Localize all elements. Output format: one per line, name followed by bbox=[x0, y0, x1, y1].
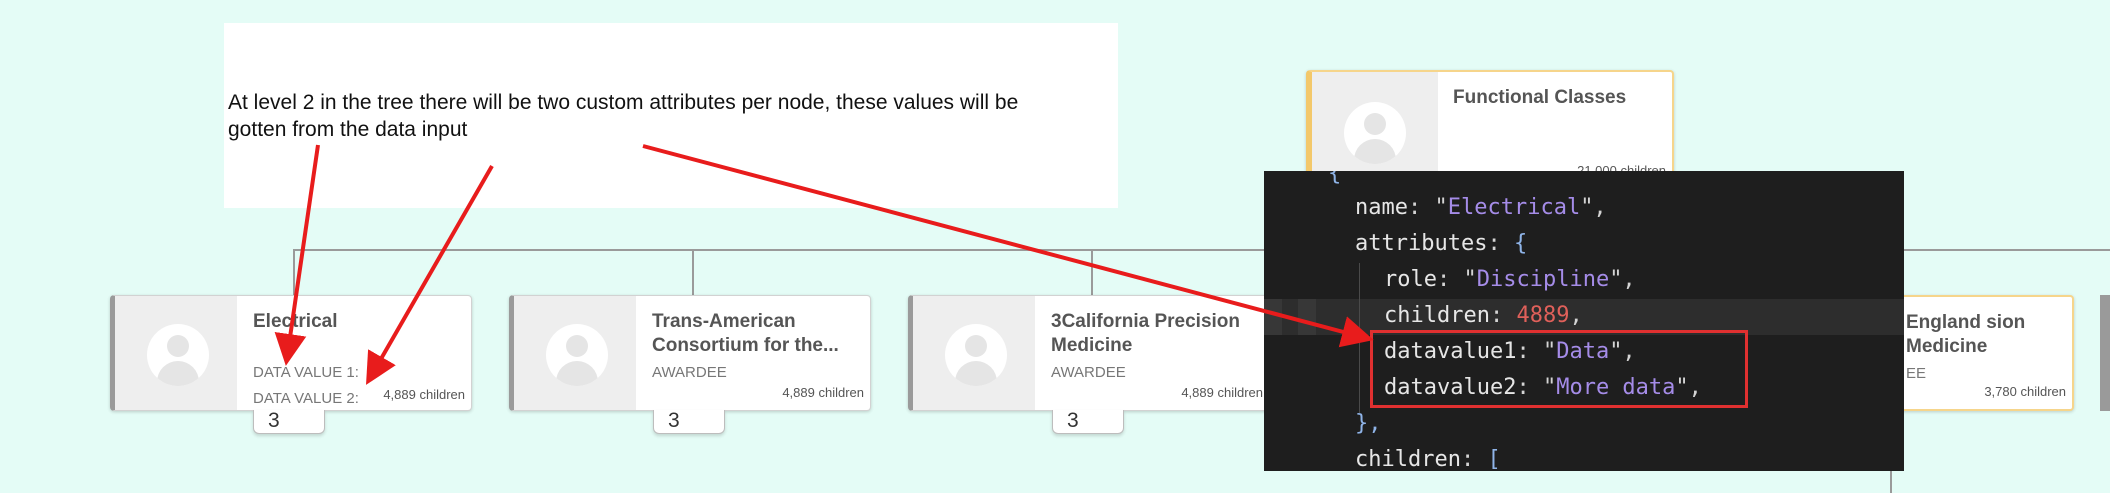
expand-tab[interactable]: 3 bbox=[1052, 410, 1124, 434]
code-line: children: 4889, bbox=[1384, 303, 1583, 328]
children-count: 3,780 children bbox=[1984, 384, 2066, 399]
node-subtitle: EE bbox=[1906, 365, 1927, 382]
datavalue-highlight-box bbox=[1370, 330, 1748, 408]
indent-guide bbox=[1359, 263, 1360, 413]
code-line: role: "Discipline", bbox=[1384, 267, 1636, 292]
children-count: 4,889 children bbox=[782, 385, 864, 400]
code-line: attributes: { bbox=[1355, 231, 1528, 256]
avatar-icon bbox=[546, 324, 608, 386]
expand-tab[interactable]: 3 bbox=[253, 410, 325, 434]
annotation-note: At level 2 in the tree there will be two… bbox=[224, 23, 1118, 208]
node-title: England sion Medicine bbox=[1906, 312, 2026, 357]
code-line: name: "Electrical", bbox=[1355, 195, 1607, 220]
code-line: { bbox=[1328, 171, 1342, 186]
expand-tab[interactable]: 3 bbox=[653, 410, 725, 434]
gutter-marker bbox=[1298, 299, 1316, 335]
node-edge-right bbox=[2100, 295, 2110, 411]
data-value-2-label: DATA VALUE 2: bbox=[253, 390, 359, 407]
annotation-text: At level 2 in the tree there will be two… bbox=[228, 91, 1019, 141]
node-title: Electrical bbox=[253, 311, 338, 332]
node-subtitle: AWARDEE bbox=[652, 364, 727, 381]
children-count: 4,889 children bbox=[383, 387, 465, 402]
node-title: Functional Classes bbox=[1453, 87, 1627, 108]
node-title: 3California Precision Medicine bbox=[1051, 311, 1241, 356]
avatar-box bbox=[115, 296, 237, 410]
node-card-california[interactable]: 3California Precision Medicine AWARDEE 4… bbox=[908, 295, 1270, 411]
children-count: 4,889 children bbox=[1181, 385, 1263, 400]
gutter-marker bbox=[1264, 299, 1282, 335]
avatar-icon bbox=[147, 324, 209, 386]
code-snippet: { name: "Electrical", attributes: { role… bbox=[1264, 171, 1904, 471]
tree-connector-down-1 bbox=[293, 249, 295, 295]
node-subtitle: AWARDEE bbox=[1051, 364, 1126, 381]
avatar-box bbox=[913, 296, 1035, 410]
tree-connector-down-3 bbox=[1091, 249, 1093, 295]
avatar-icon bbox=[945, 324, 1007, 386]
data-value-1-label: DATA VALUE 1: bbox=[253, 364, 359, 381]
avatar-icon bbox=[1344, 102, 1406, 164]
node-title: Trans-American Consortium for the... bbox=[652, 311, 839, 356]
node-card-electrical[interactable]: Electrical DATA VALUE 1: DATA VALUE 2: 4… bbox=[110, 295, 472, 411]
tree-connector-down-2 bbox=[692, 249, 694, 295]
code-line: children: [ bbox=[1355, 447, 1501, 471]
avatar-box bbox=[514, 296, 636, 410]
code-line: }, bbox=[1355, 411, 1382, 436]
node-card-trans-american[interactable]: Trans-American Consortium for the... AWA… bbox=[509, 295, 871, 411]
